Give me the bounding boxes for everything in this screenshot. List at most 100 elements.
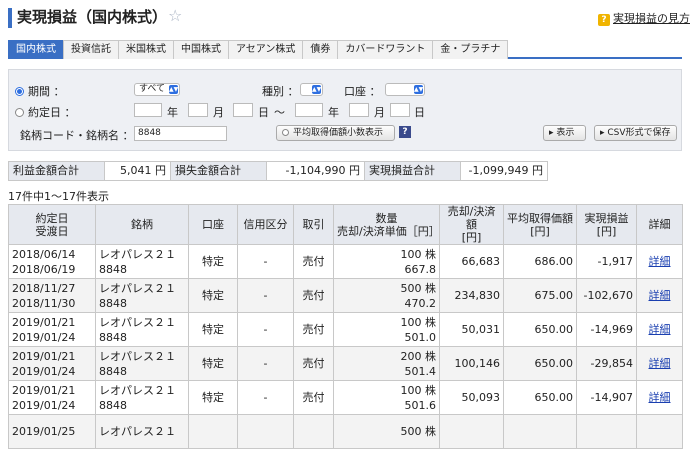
summary-bar: 利益金額合計 5,041 円 損失金額合計 -1,104,990 円 実現損益合… xyxy=(8,161,548,181)
tab-us-stock[interactable]: 米国株式 xyxy=(118,40,174,59)
cell-account: 特定 xyxy=(188,244,238,279)
col-header-account: 口座 xyxy=(188,204,238,245)
detail-link[interactable]: 詳細 xyxy=(649,391,671,404)
cell-date: 2019/01/21 2019/01/24 xyxy=(8,380,96,415)
cell-name: レオパレス２１ 8848 xyxy=(95,346,189,381)
tab-china-stock[interactable]: 中国株式 xyxy=(173,40,229,59)
from-day-input[interactable] xyxy=(233,103,253,117)
show-button-label: 表示 xyxy=(556,128,575,138)
col-header-detail: 詳細 xyxy=(636,204,683,245)
col-header-pl: 実現損益 [円] xyxy=(576,204,637,245)
cell-trade: 売付 xyxy=(293,278,334,313)
period-select-value: すべて xyxy=(139,84,166,94)
favorite-star-icon[interactable]: ☆ xyxy=(168,6,182,25)
cell-detail: 詳細 xyxy=(636,380,683,415)
to-month-input[interactable] xyxy=(349,103,369,117)
title-accent-bar xyxy=(8,8,12,28)
table-row: 2019/01/21 2019/01/24 レオパレス２１ 8848 特定 - 売付 200 … xyxy=(8,346,683,381)
result-count: 17件中1〜17件表示 xyxy=(8,190,109,203)
month-unit: 月 xyxy=(213,106,224,119)
cell-account: 特定 xyxy=(188,312,238,347)
product-tabs: 国内株式 投資信託 米国株式 中国株式 アセアン株式 債券 カバードワラント 金… xyxy=(8,40,682,59)
chevron-down-icon: ▲▼ xyxy=(414,85,424,94)
cell-trade: 売付 xyxy=(293,380,334,415)
cell-pl: -14,907 xyxy=(576,380,637,415)
profit-total-value: 5,041 円 xyxy=(105,162,171,180)
table-row: 2019/01/25 レオパレス２１ 500 株 xyxy=(8,414,683,449)
cell-name: レオパレス２１ 8848 xyxy=(95,380,189,415)
tab-investment-trust[interactable]: 投資信託 xyxy=(63,40,119,59)
question-icon[interactable]: ? xyxy=(399,126,411,138)
cell-date: 2019/01/21 2019/01/24 xyxy=(8,346,96,381)
cell-account: 特定 xyxy=(188,278,238,313)
cell-credit: - xyxy=(237,346,294,381)
cell-date: 2018/06/14 2018/06/19 xyxy=(8,244,96,279)
loss-total-label: 損失金額合計 xyxy=(171,162,267,180)
cell-trade: 売付 xyxy=(293,312,334,347)
period-option[interactable]: 期間 ： xyxy=(15,83,65,99)
page-title: 実現損益（国内株式） xyxy=(17,8,168,26)
from-month-input[interactable] xyxy=(188,103,208,117)
table-row: 2018/06/14 2018/06/19 レオパレス２１ 8848 特定 - 売付 100 … xyxy=(8,244,683,279)
detail-link[interactable]: 詳細 xyxy=(649,323,671,336)
tab-domestic-stock[interactable]: 国内株式 xyxy=(8,40,64,59)
tab-asean-stock[interactable]: アセアン株式 xyxy=(228,40,304,59)
cell-qty: 500 株 470.2 xyxy=(333,278,440,313)
tab-bonds[interactable]: 債券 xyxy=(302,40,339,59)
cell-date: 2018/11/27 2018/11/30 xyxy=(8,278,96,313)
detail-link[interactable]: 詳細 xyxy=(649,357,671,370)
cell-qty: 200 株 501.4 xyxy=(333,346,440,381)
cell-proceeds: 66,683 xyxy=(439,244,504,279)
range-tilde: 〜 xyxy=(274,106,285,119)
col-header-avg: 平均取得価額 [円] xyxy=(503,204,577,245)
year-unit: 年 xyxy=(167,106,178,119)
loss-total-value: -1,104,990 円 xyxy=(267,162,365,180)
code-input[interactable]: 8848 xyxy=(134,126,227,141)
to-day-input[interactable] xyxy=(390,103,410,117)
to-year-input[interactable] xyxy=(295,103,323,117)
cell-account: 特定 xyxy=(188,380,238,415)
type-select[interactable]: ▲▼ xyxy=(300,83,323,96)
cell-avg: 650.00 xyxy=(503,346,577,381)
cell-detail: 詳細 xyxy=(636,312,683,347)
tab-gold-platinum[interactable]: 金・プラチナ xyxy=(432,40,509,59)
avg-decimal-button[interactable]: 平均取得価額小数表示 xyxy=(276,125,395,141)
table-row: 2019/01/21 2019/01/24 レオパレス２１ 8848 特定 - 売付 100 … xyxy=(8,380,683,415)
cell-proceeds: 50,093 xyxy=(439,380,504,415)
cell-credit: - xyxy=(237,278,294,313)
cell-name: レオパレス２１ 8848 xyxy=(95,312,189,347)
col-header-date: 約定日 受渡日 xyxy=(8,204,96,245)
cell-avg xyxy=(503,414,577,449)
profit-total-label: 利益金額合計 xyxy=(9,162,105,180)
cell-pl: -14,969 xyxy=(576,312,637,347)
detail-link[interactable]: 詳細 xyxy=(649,255,671,268)
col-header-qty: 数量 売却/決済単価［円］ xyxy=(333,204,440,245)
cell-pl: -102,670 xyxy=(576,278,637,313)
type-label: 種別 ： xyxy=(262,85,299,98)
cell-trade: 売付 xyxy=(293,346,334,381)
period-radio[interactable] xyxy=(15,87,24,96)
show-button[interactable]: ▸ 表示 xyxy=(543,125,586,141)
cell-credit: - xyxy=(237,312,294,347)
help-link[interactable]: ? 実現損益の見方 xyxy=(598,10,690,26)
detail-link[interactable]: 詳細 xyxy=(649,289,671,302)
realized-total-value: -1,099,949 円 xyxy=(468,164,543,177)
cell-date: 2019/01/25 xyxy=(8,414,96,449)
csv-save-button[interactable]: ▸ CSV形式で保存 xyxy=(594,125,677,141)
cell-avg: 686.00 xyxy=(503,244,577,279)
account-select[interactable]: ▲▼ xyxy=(385,83,425,96)
from-year-input[interactable] xyxy=(134,103,162,117)
tab-covered-warrant[interactable]: カバードワラント xyxy=(337,40,434,59)
contract-date-option[interactable]: 約定日 ： xyxy=(15,104,76,120)
cell-qty: 100 株 501.0 xyxy=(333,312,440,347)
avg-decimal-label: 平均取得価額小数表示 xyxy=(293,128,384,138)
period-select[interactable]: すべて ▲▼ xyxy=(134,83,180,96)
cell-credit: - xyxy=(237,380,294,415)
realized-pl-table: 約定日 受渡日 銘柄 口座 信用区分 取引 数量 売却/決済単価［円］ 売却/決済額… xyxy=(8,204,683,449)
search-filter-panel: 期間 ： すべて ▲▼ 種別 ： ▲▼ 口座 ： ▲▼ 約定日 ： 年 月 日 〜… xyxy=(8,69,682,151)
cell-pl: -29,854 xyxy=(576,346,637,381)
contract-date-radio[interactable] xyxy=(15,108,24,117)
help-icon: ? xyxy=(598,14,610,26)
table-row: 2019/01/21 2019/01/24 レオパレス２１ 8848 特定 - 売付 100 … xyxy=(8,312,683,347)
account-label: 口座 ： xyxy=(344,85,381,98)
